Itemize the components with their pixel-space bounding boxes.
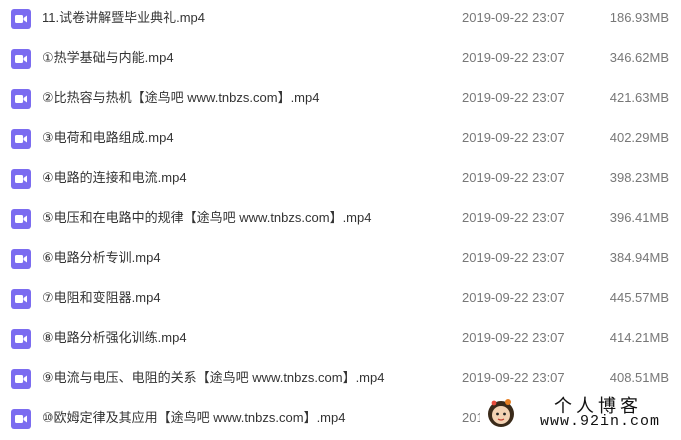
file-name[interactable]: ②比热容与热机【途鸟吧 www.tnbzs.com】.mp4 xyxy=(42,89,319,107)
file-row[interactable]: ⑧电路分析强化训练.mp4 2019-09-22 23:07 414.21MB xyxy=(0,320,681,360)
video-file-icon xyxy=(11,329,31,349)
file-row[interactable]: ②比热容与热机【途鸟吧 www.tnbzs.com】.mp4 2019-09-2… xyxy=(0,80,681,120)
file-size: 396.41MB xyxy=(609,210,669,225)
file-row[interactable]: 11.试卷讲解暨毕业典礼.mp4 2019-09-22 23:07 186.93… xyxy=(0,0,681,40)
file-modified-date: 2019-09-22 23:07 xyxy=(462,90,565,105)
file-row[interactable]: ①热学基础与内能.mp4 2019-09-22 23:07 346.62MB xyxy=(0,40,681,80)
file-name[interactable]: ⑧电路分析强化训练.mp4 xyxy=(42,329,187,347)
file-row[interactable]: ⑤电压和在电路中的规律【途鸟吧 www.tnbzs.com】.mp4 2019-… xyxy=(0,200,681,240)
file-name[interactable]: ③电荷和电路组成.mp4 xyxy=(42,129,174,147)
file-modified-date: 2019-09-22 23:07 xyxy=(462,290,565,305)
file-modified-date: 2019-09-22 23:07 xyxy=(462,210,565,225)
file-list: 11.试卷讲解暨毕业典礼.mp4 2019-09-22 23:07 186.93… xyxy=(0,0,681,440)
video-file-icon xyxy=(11,169,31,189)
file-name[interactable]: ⑥电路分析专训.mp4 xyxy=(42,249,161,267)
file-name[interactable]: ⑩欧姆定律及其应用【途鸟吧 www.tnbzs.com】.mp4 xyxy=(42,409,345,427)
file-name[interactable]: ⑤电压和在电路中的规律【途鸟吧 www.tnbzs.com】.mp4 xyxy=(42,209,371,227)
file-row[interactable]: ⑥电路分析专训.mp4 2019-09-22 23:07 384.94MB xyxy=(0,240,681,280)
video-file-icon xyxy=(11,249,31,269)
video-file-icon xyxy=(11,89,31,109)
file-row[interactable]: ③电荷和电路组成.mp4 2019-09-22 23:07 402.29MB xyxy=(0,120,681,160)
file-modified-date: 2019-09-22 23:07 xyxy=(462,370,565,385)
video-file-icon xyxy=(11,369,31,389)
file-name[interactable]: 11.试卷讲解暨毕业典礼.mp4 xyxy=(42,9,205,27)
file-modified-date: 2019-09-22 23:07 xyxy=(462,130,565,145)
file-row[interactable]: ④电路的连接和电流.mp4 2019-09-22 23:07 398.23MB xyxy=(0,160,681,200)
video-file-icon xyxy=(11,289,31,309)
file-name[interactable]: ⑨电流与电压、电阻的关系【途鸟吧 www.tnbzs.com】.mp4 xyxy=(42,369,384,387)
file-size: 346.62MB xyxy=(609,50,669,65)
file-name[interactable]: ⑦电阻和变阻器.mp4 xyxy=(42,289,161,307)
file-modified-date: 2019-09-22 23:07 xyxy=(462,250,565,265)
file-size: 414.21MB xyxy=(609,330,669,345)
video-file-icon xyxy=(11,409,31,429)
file-name[interactable]: ①热学基础与内能.mp4 xyxy=(42,49,174,67)
file-size: 421.63MB xyxy=(609,90,669,105)
file-modified-date: 2019-09-22 23:07 xyxy=(462,50,565,65)
file-size: 186.93MB xyxy=(609,10,669,25)
file-modified-date: 2019-09-22 23:07 xyxy=(462,330,565,345)
video-file-icon xyxy=(11,9,31,29)
watermark-overlay: 个人博客 www.92in.com xyxy=(480,388,681,433)
file-modified-date: 2019-09-22 23:07 xyxy=(462,170,565,185)
video-file-icon xyxy=(11,129,31,149)
cartoon-avatar-icon xyxy=(488,399,514,427)
file-modified-date: 2019-09-22 23:07 xyxy=(462,10,565,25)
file-size: 402.29MB xyxy=(609,130,669,145)
file-size: 445.57MB xyxy=(609,290,669,305)
video-file-icon xyxy=(11,209,31,229)
watermark-url: www.92in.com xyxy=(540,413,661,430)
file-size: 408.51MB xyxy=(609,370,669,385)
file-size: 398.23MB xyxy=(609,170,669,185)
file-row[interactable]: ⑦电阻和变阻器.mp4 2019-09-22 23:07 445.57MB xyxy=(0,280,681,320)
video-file-icon xyxy=(11,49,31,69)
file-name[interactable]: ④电路的连接和电流.mp4 xyxy=(42,169,187,187)
file-size: 384.94MB xyxy=(609,250,669,265)
